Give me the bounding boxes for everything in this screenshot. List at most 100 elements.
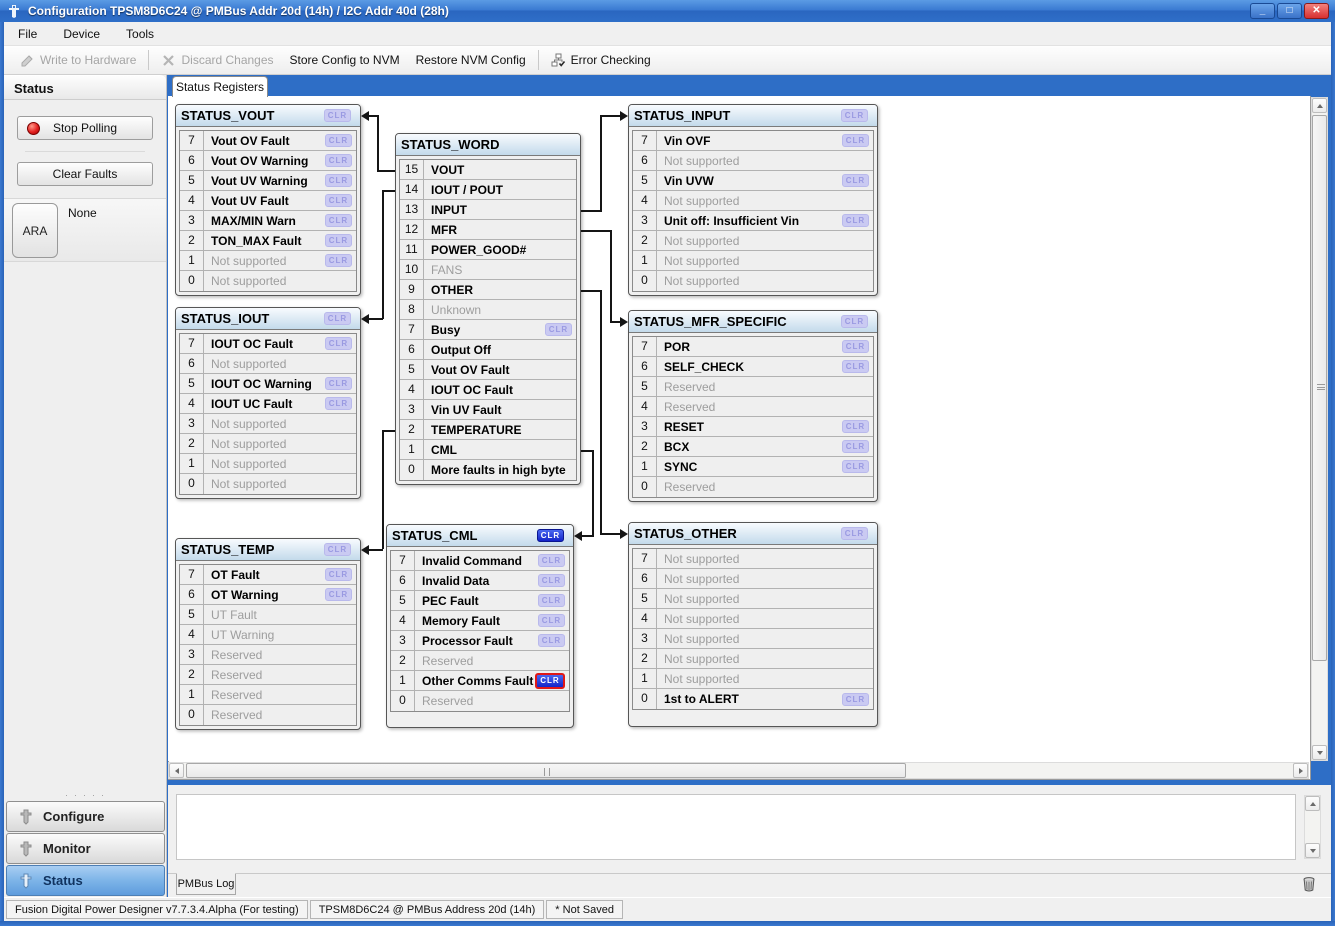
restore-nvm-config-button[interactable]: Restore NVM Config xyxy=(408,48,534,72)
clr-bit-button[interactable]: CLR xyxy=(325,134,352,147)
clr-all-button[interactable]: CLR xyxy=(841,527,868,540)
bit-row: 5Vin UVWCLR xyxy=(633,171,873,191)
discard-changes-icon xyxy=(161,53,176,68)
sidebar-title: Status xyxy=(4,75,166,100)
main-vertical-scrollbar[interactable] xyxy=(1311,97,1328,761)
close-button[interactable]: ✕ xyxy=(1304,3,1329,19)
bit-label: INPUT xyxy=(424,203,576,217)
clr-bit-button[interactable]: CLR xyxy=(842,360,869,373)
clr-bit-button[interactable]: CLR xyxy=(325,214,352,227)
bit-row: 7IOUT OC FaultCLR xyxy=(180,334,356,354)
scroll-up-button[interactable] xyxy=(1305,796,1320,811)
clr-bit-button[interactable]: CLR xyxy=(842,460,869,473)
bit-number: 5 xyxy=(633,171,657,190)
bit-row: 6Invalid DataCLR xyxy=(391,571,569,591)
arrowhead-left-icon xyxy=(574,531,582,541)
vertical-scroll-thumb[interactable] xyxy=(1312,115,1327,661)
clr-bit-button[interactable]: CLR xyxy=(325,337,352,350)
tab-pmbus-log[interactable]: PMBus Log xyxy=(176,873,236,895)
write-to-hardware-button[interactable]: Write to Hardware xyxy=(12,48,144,72)
nav-splitter-handle[interactable]: . . . . . xyxy=(4,790,167,800)
clr-bit-button[interactable]: CLR xyxy=(538,634,565,647)
log-vertical-scrollbar[interactable] xyxy=(1304,795,1321,859)
clr-all-button[interactable]: CLR xyxy=(324,312,351,325)
ti-chip-icon xyxy=(17,841,35,857)
clr-bit-button[interactable]: CLR xyxy=(538,594,565,607)
statusbar-device: TPSM8D6C24 @ PMBus Address 20d (14h) xyxy=(310,900,545,919)
menu-file[interactable]: File xyxy=(18,27,37,41)
clr-bit-button[interactable]: CLR xyxy=(538,574,565,587)
bit-number: 1 xyxy=(633,669,657,688)
bit-number: 6 xyxy=(391,571,415,590)
clr-bit-button[interactable]: CLR xyxy=(325,588,352,601)
bit-row: 5IOUT OC WarningCLR xyxy=(180,374,356,394)
clear-faults-button[interactable]: Clear Faults xyxy=(17,162,153,186)
clr-bit-button[interactable]: CLR xyxy=(842,134,869,147)
scroll-down-button[interactable] xyxy=(1312,745,1327,760)
clr-bit-button[interactable]: CLR xyxy=(538,614,565,627)
bit-row: 7Invalid CommandCLR xyxy=(391,551,569,571)
bit-number: 11 xyxy=(400,240,424,259)
clr-bit-button[interactable]: CLR xyxy=(842,420,869,433)
horizontal-scroll-thumb[interactable] xyxy=(186,763,906,778)
clr-all-button[interactable]: CLR xyxy=(841,315,868,328)
bit-row: 0Reserved xyxy=(180,705,356,725)
bit-number: 0 xyxy=(180,474,204,494)
bit-label: Vout UV Warning xyxy=(204,174,325,188)
clr-bit-button[interactable]: CLR xyxy=(842,440,869,453)
menu-tools[interactable]: Tools xyxy=(126,27,154,41)
clr-all-button[interactable]: CLR xyxy=(324,543,351,556)
clr-bit-button[interactable]: CLR xyxy=(535,673,565,689)
pmbus-log-output[interactable] xyxy=(176,794,1296,860)
clr-bit-button[interactable]: CLR xyxy=(842,340,869,353)
register-status-cml: STATUS_CMLCLR7Invalid CommandCLR6Invalid… xyxy=(386,524,574,728)
clr-bit-button[interactable]: CLR xyxy=(842,214,869,227)
scroll-down-button[interactable] xyxy=(1305,843,1320,858)
bit-row: 3Not supported xyxy=(633,629,873,649)
bit-label: POWER_GOOD# xyxy=(424,243,576,257)
clr-bit-button[interactable]: CLR xyxy=(325,377,352,390)
register-bits: 7Invalid CommandCLR6Invalid DataCLR5PEC … xyxy=(390,550,570,712)
clr-bit-button[interactable]: CLR xyxy=(325,174,352,187)
clr-all-button[interactable]: CLR xyxy=(324,109,351,122)
clr-all-button[interactable]: CLR xyxy=(841,109,868,122)
discard-changes-button[interactable]: Discard Changes xyxy=(153,48,281,72)
clr-bit-button[interactable]: CLR xyxy=(325,254,352,267)
toolbar: Write to Hardware Discard Changes Store … xyxy=(4,46,1331,75)
bit-number: 10 xyxy=(400,260,424,279)
scroll-left-button[interactable] xyxy=(169,763,184,778)
bit-number: 2 xyxy=(391,651,415,670)
error-checking-button[interactable]: Error Checking xyxy=(543,48,659,72)
bit-number: 1 xyxy=(180,454,204,473)
nav-monitor-button[interactable]: Monitor xyxy=(6,833,165,864)
clr-bit-button[interactable]: CLR xyxy=(325,154,352,167)
scroll-up-button[interactable] xyxy=(1312,98,1327,113)
clr-all-button[interactable]: CLR xyxy=(537,529,564,542)
register-status-temp: STATUS_TEMPCLR7OT FaultCLR6OT WarningCLR… xyxy=(175,538,361,730)
maximize-button[interactable]: □ xyxy=(1277,3,1302,19)
nav-status-button[interactable]: Status xyxy=(6,865,165,896)
bit-label: Not supported xyxy=(657,274,873,288)
clr-bit-button[interactable]: CLR xyxy=(325,397,352,410)
nav-configure-button[interactable]: Configure xyxy=(6,801,165,832)
store-config-nvm-button[interactable]: Store Config to NVM xyxy=(282,48,408,72)
bit-number: 1 xyxy=(633,457,657,476)
clr-bit-button[interactable]: CLR xyxy=(325,568,352,581)
scroll-right-button[interactable] xyxy=(1293,763,1308,778)
register-header: STATUS_INPUTCLR xyxy=(629,105,877,127)
clr-bit-button[interactable]: CLR xyxy=(545,323,572,336)
clr-bit-button[interactable]: CLR xyxy=(325,194,352,207)
clr-bit-button[interactable]: CLR xyxy=(538,554,565,567)
menu-device[interactable]: Device xyxy=(63,27,100,41)
minimize-button[interactable]: _ xyxy=(1250,3,1275,19)
ara-button[interactable]: ARA xyxy=(12,203,58,258)
bit-number: 3 xyxy=(633,629,657,648)
clr-bit-button[interactable]: CLR xyxy=(325,234,352,247)
clr-bit-button[interactable]: CLR xyxy=(842,174,869,187)
clear-log-trash-icon[interactable] xyxy=(1301,876,1317,892)
bit-label: Not supported xyxy=(657,612,873,626)
main-horizontal-scrollbar[interactable] xyxy=(168,762,1309,779)
clr-bit-button[interactable]: CLR xyxy=(842,693,869,706)
tab-status-registers[interactable]: Status Registers xyxy=(172,76,268,97)
stop-polling-button[interactable]: Stop Polling xyxy=(17,116,153,140)
